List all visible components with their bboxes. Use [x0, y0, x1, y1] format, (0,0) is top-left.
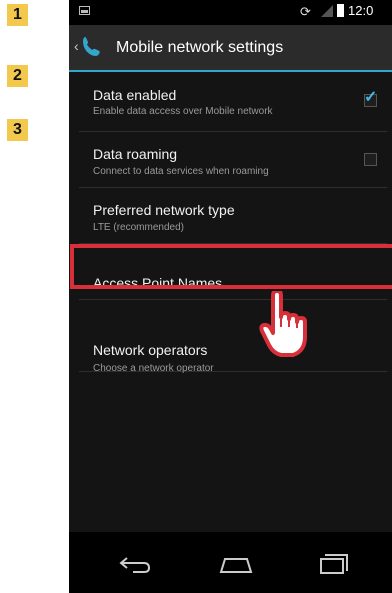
checkmark-icon: ✓	[364, 89, 378, 106]
setting-network-operators[interactable]: Network operators Choose a network opera…	[79, 300, 387, 374]
status-time: 12:0	[348, 3, 374, 18]
setting-label: Preferred network type	[93, 202, 235, 218]
image-icon	[79, 6, 90, 15]
battery-icon	[337, 4, 344, 17]
setting-subtitle: Connect to data services when roaming	[93, 166, 269, 177]
setting-subtitle: Enable data access over Mobile network	[93, 106, 273, 117]
setting-subtitle: LTE (recommended)	[93, 222, 184, 233]
screen-rotation-icon: ⟳	[300, 4, 311, 19]
highlight-box	[70, 244, 392, 289]
setting-label: Data enabled	[93, 87, 177, 103]
phone-screen: ⟳ 12:0 ‹ Mobile network settings Data en…	[69, 0, 392, 593]
setting-subtitle: Choose a network operator	[93, 363, 214, 374]
step-badge-3: 3	[7, 119, 28, 141]
data-roaming-checkbox[interactable]	[364, 153, 377, 166]
phone-icon[interactable]	[80, 35, 104, 59]
setting-preferred-network-type[interactable]: Preferred network type LTE (recommended)	[79, 188, 387, 244]
signal-icon	[321, 5, 333, 17]
step-badge-1: 1	[7, 4, 28, 26]
status-bar: ⟳ 12:0	[69, 0, 392, 25]
navigation-bar	[69, 532, 392, 593]
setting-data-roaming[interactable]: Data roaming Connect to data services wh…	[79, 132, 387, 188]
settings-list: Data enabled Enable data access over Mob…	[69, 72, 392, 532]
up-chevron-icon[interactable]: ‹	[74, 38, 79, 54]
action-bar: ‹ Mobile network settings	[69, 25, 392, 72]
page-title: Mobile network settings	[116, 39, 284, 56]
recent-apps-icon[interactable]	[319, 553, 349, 575]
setting-label: Network operators	[93, 342, 208, 358]
back-icon[interactable]	[119, 555, 151, 575]
setting-label: Data roaming	[93, 146, 178, 162]
data-enabled-checkbox[interactable]: ✓	[364, 90, 377, 107]
pointing-hand-icon	[259, 291, 307, 357]
setting-data-enabled[interactable]: Data enabled Enable data access over Mob…	[79, 72, 387, 132]
step-badge-2: 2	[7, 65, 28, 87]
home-icon[interactable]	[219, 556, 253, 574]
